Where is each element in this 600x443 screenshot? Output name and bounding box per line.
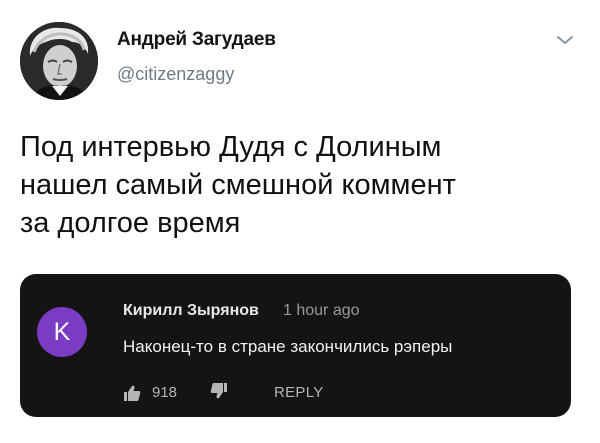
tweet-text-line: Под интервью Дудя с Долиным	[20, 131, 442, 163]
author-name[interactable]: Андрей Загудаев	[117, 29, 276, 51]
chevron-down-icon[interactable]	[555, 32, 575, 48]
commenter-avatar[interactable]: K	[37, 307, 87, 357]
reply-button[interactable]: REPLY	[274, 384, 324, 401]
tweet-text-line: нашел самый смешной коммент	[20, 169, 456, 201]
tweet-text: Под интервью Дудя с Долиным нашел самый …	[20, 128, 580, 242]
comment-time: 1 hour ago	[283, 302, 360, 319]
thumbs-up-icon[interactable]	[123, 384, 141, 402]
tweet-text-line: за долгое время	[20, 207, 241, 239]
author-avatar[interactable]	[20, 22, 98, 100]
youtube-comment-card: K Кирилл Зырянов 1 hour ago Наконец-то в…	[20, 274, 571, 417]
comment-text: Наконец-то в стране закончились рэперы	[123, 337, 453, 356]
thumbs-down-icon[interactable]	[210, 382, 228, 400]
author-handle[interactable]: @citizenzaggy	[117, 64, 234, 85]
like-count: 918	[152, 384, 178, 401]
commenter-name[interactable]: Кирилл Зырянов	[123, 302, 259, 320]
